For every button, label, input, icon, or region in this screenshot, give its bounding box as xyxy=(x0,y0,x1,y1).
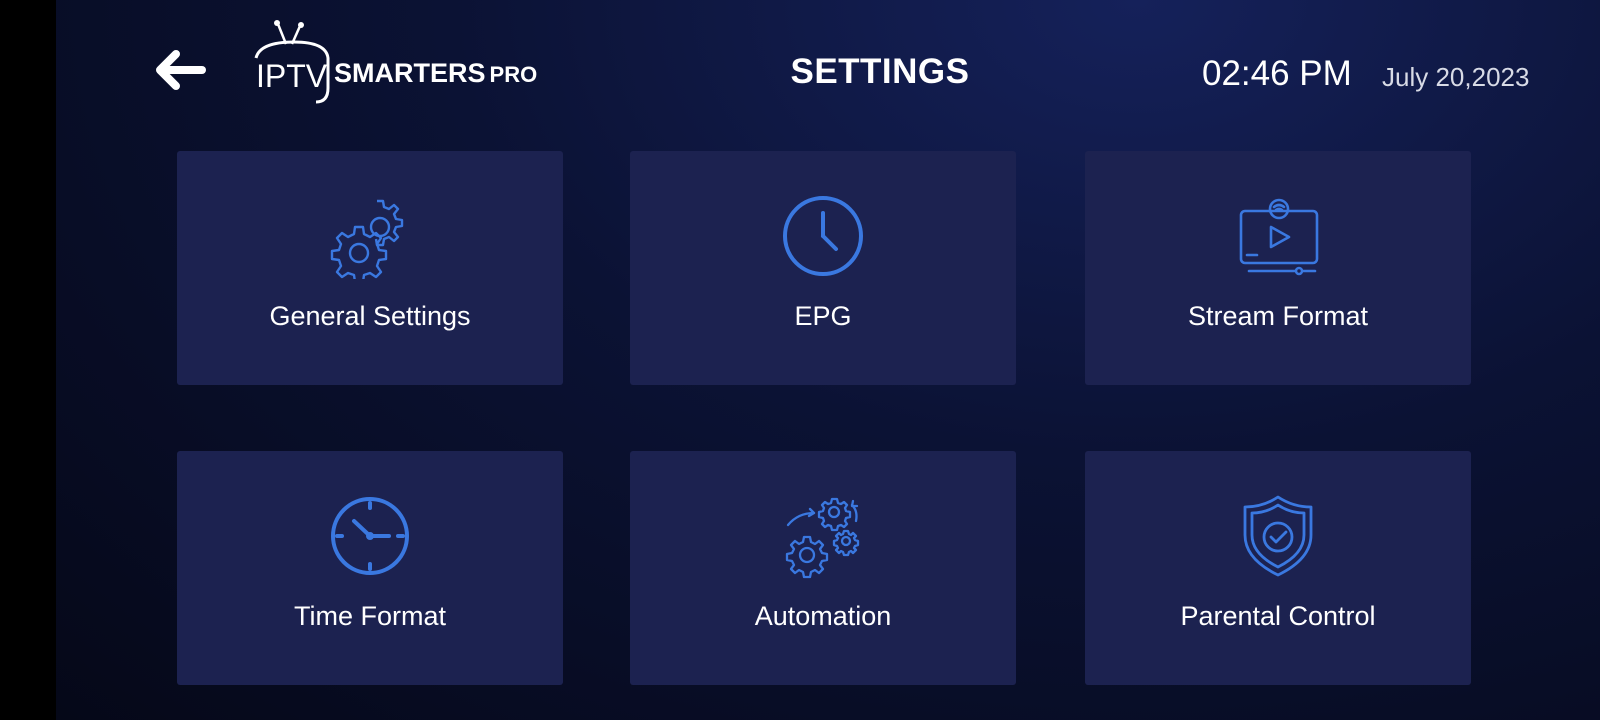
clock-icon xyxy=(780,193,866,279)
tile-label: EPG xyxy=(794,301,852,331)
general-settings-tile[interactable]: General Settings xyxy=(177,151,563,385)
current-date: July 20,2023 xyxy=(1382,62,1530,92)
page-title: SETTINGS xyxy=(790,52,970,91)
logo-brand-text: SMARTERS PRO xyxy=(334,58,538,88)
tile-label: Parental Control xyxy=(1180,601,1376,631)
back-button[interactable] xyxy=(152,46,208,94)
stream-format-tile[interactable]: Stream Format xyxy=(1085,151,1471,385)
tile-label: General Settings xyxy=(269,301,471,331)
logo-iptv-text: IPTV xyxy=(256,58,328,94)
iptv-smarters-logo: IPTV SMARTERS PRO xyxy=(254,18,544,108)
gears-icon xyxy=(327,193,413,284)
settings-screen: IPTV SMARTERS PRO SETTINGS 02:46 PM July … xyxy=(56,0,1600,720)
arrow-left-icon xyxy=(156,50,206,90)
tile-label: Time Format xyxy=(293,601,446,631)
tile-label: Stream Format xyxy=(1187,301,1369,331)
stream-monitor-icon xyxy=(1235,193,1321,279)
epg-tile[interactable]: EPG xyxy=(630,151,1016,385)
automation-tile[interactable]: Automation xyxy=(630,451,1016,685)
current-time: 02:46 PM xyxy=(1202,54,1352,93)
automation-gears-icon xyxy=(780,493,866,579)
shield-check-icon xyxy=(1235,493,1321,579)
parental-control-tile[interactable]: Parental Control xyxy=(1085,451,1471,685)
time-format-tile[interactable]: Time Format xyxy=(177,451,563,685)
tile-label: Automation xyxy=(754,601,892,631)
time-clock-icon xyxy=(327,493,413,579)
